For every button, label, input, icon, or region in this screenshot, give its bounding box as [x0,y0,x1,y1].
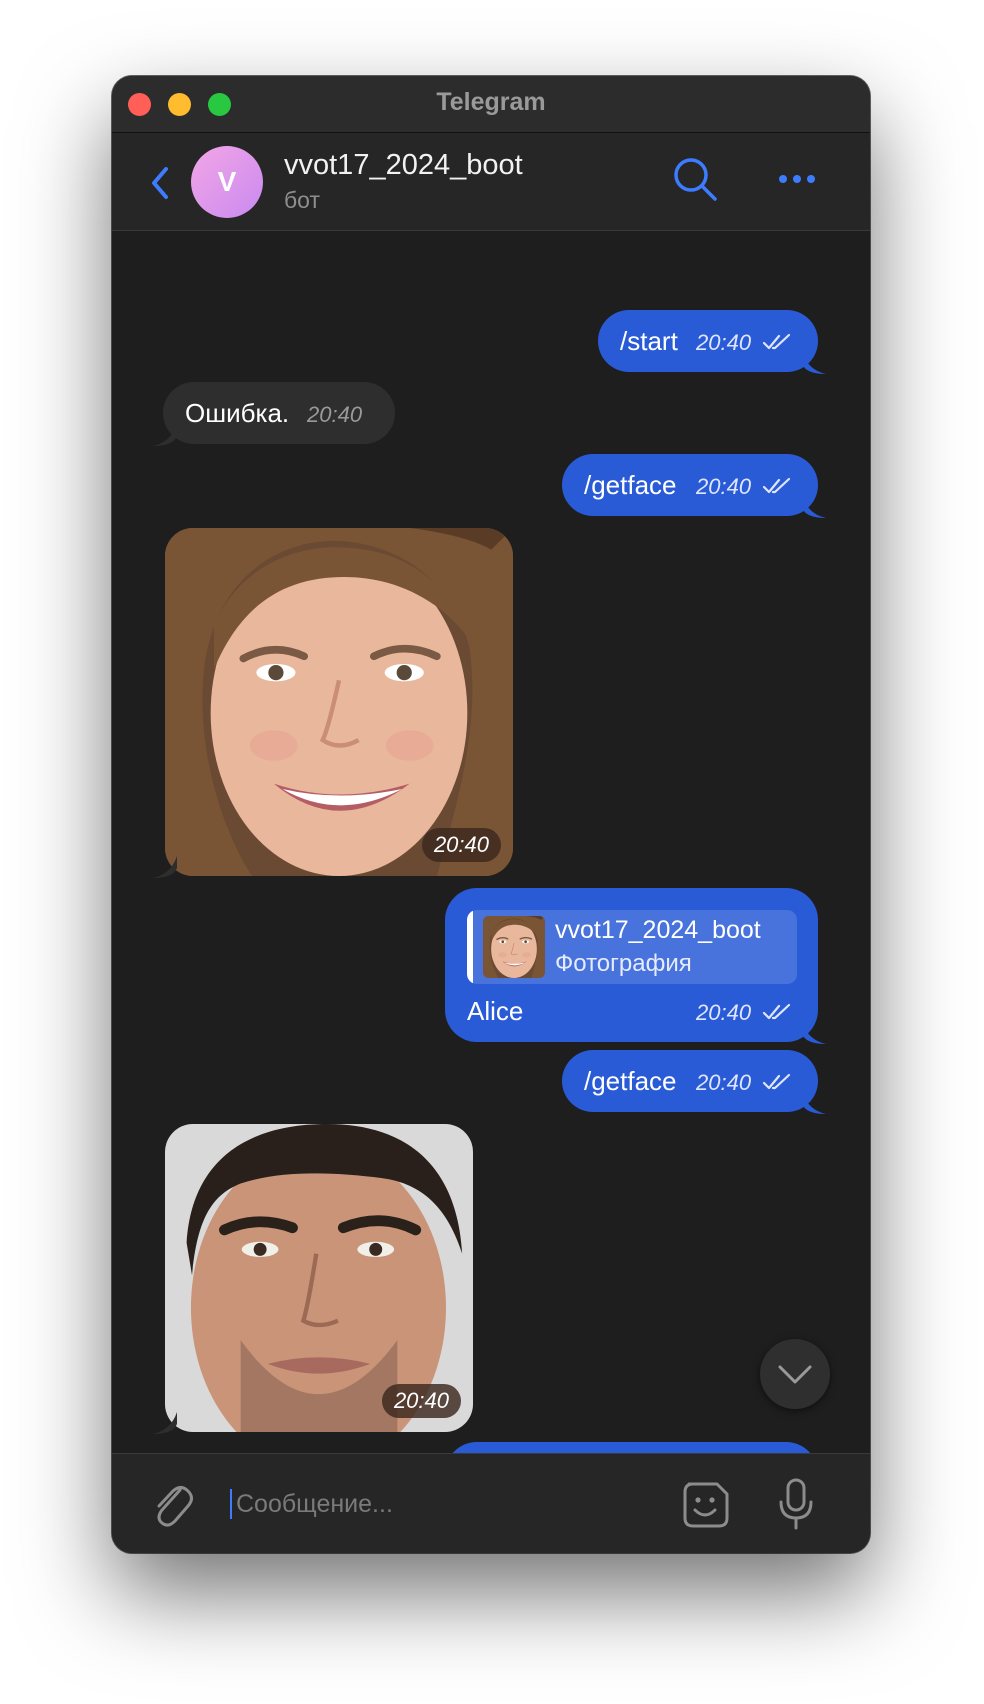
double-check-icon [762,333,792,351]
message-time: 20:40 [696,474,752,499]
message-time: 20:40 [696,1000,752,1025]
text-cursor [230,1489,232,1519]
reply-message[interactable]: vvot17_2024_boot Фотография Alice 20:40 [445,888,818,1042]
message-text: /start [620,326,678,356]
microphone-icon[interactable] [776,1476,816,1532]
message-input[interactable] [234,1480,678,1528]
outgoing-message[interactable]: /getface 20:40 [562,1050,818,1112]
message-list[interactable]: /start 20:40 Ошибка. 20:40 /getface 20:4… [112,231,870,1453]
telegram-window: Telegram V vvot17_2024_boot бот /start 2… [112,76,870,1553]
smiling-woman-thumbnail [483,916,545,978]
chat-avatar[interactable]: V [191,146,263,218]
photo-time: 20:40 [381,1384,461,1418]
search-icon[interactable] [671,155,719,203]
chat-header: V vvot17_2024_boot бот [112,133,870,231]
smiling-woman-photo [165,528,513,876]
reply-preview[interactable]: vvot17_2024_boot Фотография [467,910,797,984]
sticker-icon[interactable] [679,1478,733,1532]
photo-message[interactable]: 20:40 [165,1124,473,1432]
more-dots-icon[interactable] [777,171,817,187]
reply-message[interactable]: vvot17_2024_boot Фотография [445,1442,818,1453]
chat-name[interactable]: vvot17_2024_boot [284,149,523,182]
double-check-icon [762,1003,792,1021]
reply-author: vvot17_2024_boot [555,916,761,944]
bubble-tail [802,1022,826,1044]
bubble-tail [802,496,826,518]
double-check-icon [762,1073,792,1091]
photo-message[interactable]: 20:40 [165,528,513,876]
reply-bar [467,910,473,984]
message-text: /getface [584,1066,677,1096]
bubble-tail [802,1092,826,1114]
message-time: 20:40 [696,1070,752,1095]
bubble-tail [802,352,826,374]
photo-time: 20:40 [421,828,501,862]
reply-thumbnail [483,916,545,978]
chevron-left-icon[interactable] [148,163,172,203]
message-time: 20:40 [696,330,752,355]
message-text: /getface [584,470,677,500]
message-text: Alice [467,996,524,1026]
bubble-tail [153,1412,177,1434]
message-composer [112,1453,870,1553]
paperclip-icon[interactable] [150,1478,194,1528]
outgoing-message[interactable]: /start 20:40 [598,310,818,372]
bubble-tail [153,856,177,878]
message-text: Ошибка. [185,398,290,428]
scroll-down-button[interactable] [760,1339,830,1409]
reply-type: Фотография [555,950,692,977]
title-bar: Telegram [112,76,870,133]
bubble-tail [153,424,177,446]
message-time: 20:40 [307,402,363,427]
incoming-message[interactable]: Ошибка. 20:40 [163,382,395,444]
double-check-icon [762,477,792,495]
window-title: Telegram [436,88,546,116]
outgoing-message[interactable]: /getface 20:40 [562,454,818,516]
chat-status: бот [284,187,320,213]
chevron-down-icon [778,1365,812,1384]
